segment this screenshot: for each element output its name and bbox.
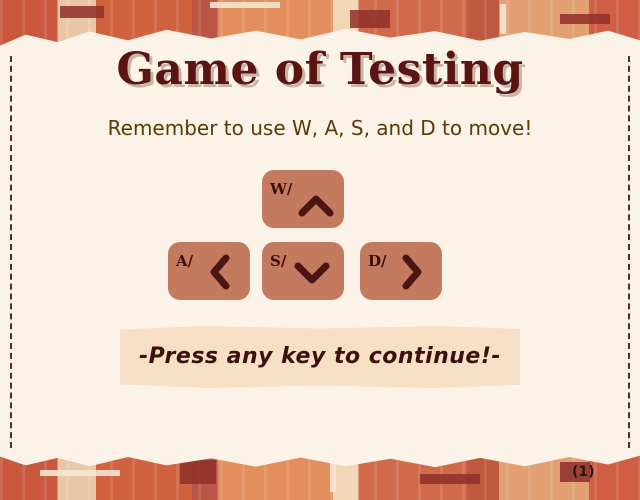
chevron-right-icon [402,254,422,290]
key-s: S/ [262,242,344,300]
chevron-down-icon [294,262,330,284]
key-d-label: D/ [368,252,387,270]
stitch-border-left [10,56,12,448]
chevron-left-icon [210,254,230,290]
key-a: A/ [168,242,250,300]
continue-prompt[interactable]: -Press any key to continue!- [120,326,520,388]
controls-instruction: Remember to use W, A, S, and D to move! [107,116,533,140]
stitch-border-right [628,56,630,448]
key-a-label: A/ [176,252,194,270]
key-d: D/ [360,242,442,300]
key-w: W/ [262,170,344,228]
key-s-label: S/ [270,252,287,270]
game-title: Game of Testing [116,44,524,95]
page-number: (1) [572,464,595,480]
chevron-up-icon [298,195,334,217]
key-w-label: W/ [270,180,293,198]
continue-banner[interactable]: -Press any key to continue!- [120,326,520,388]
